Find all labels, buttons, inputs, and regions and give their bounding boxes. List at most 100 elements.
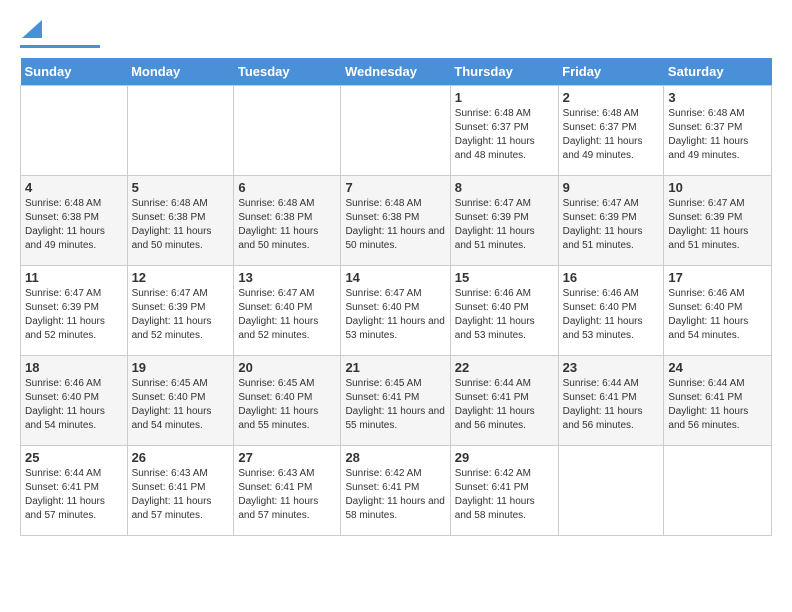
week-row-3: 11 Sunrise: 6:47 AM Sunset: 6:39 PM Dayli… — [21, 266, 772, 356]
calendar-cell — [341, 86, 450, 176]
calendar-cell: 1 Sunrise: 6:48 AM Sunset: 6:37 PM Daylig… — [450, 86, 558, 176]
day-info: Sunrise: 6:48 AM Sunset: 6:37 PM Dayligh… — [563, 107, 660, 163]
day-number: 1 — [455, 90, 554, 105]
header-row: SundayMondayTuesdayWednesdayThursdayFrid… — [21, 58, 772, 86]
day-info: Sunrise: 6:45 AM Sunset: 6:40 PM Dayligh… — [238, 377, 336, 433]
header-cell-wednesday: Wednesday — [341, 58, 450, 86]
calendar-cell: 21 Sunrise: 6:45 AM Sunset: 6:41 PM Dayli… — [341, 356, 450, 446]
calendar-cell: 14 Sunrise: 6:47 AM Sunset: 6:40 PM Dayli… — [341, 266, 450, 356]
day-number: 27 — [238, 450, 336, 465]
header-cell-saturday: Saturday — [664, 58, 772, 86]
calendar-table: SundayMondayTuesdayWednesdayThursdayFrid… — [20, 58, 772, 536]
calendar-cell: 5 Sunrise: 6:48 AM Sunset: 6:38 PM Daylig… — [127, 176, 234, 266]
calendar-cell: 4 Sunrise: 6:48 AM Sunset: 6:38 PM Daylig… — [21, 176, 128, 266]
logo — [20, 20, 100, 48]
day-info: Sunrise: 6:46 AM Sunset: 6:40 PM Dayligh… — [668, 287, 767, 343]
calendar-cell: 25Sunrise: 6:44 AM Sunset: 6:41 PM Dayli… — [21, 446, 128, 536]
calendar-cell: 23 Sunrise: 6:44 AM Sunset: 6:41 PM Dayli… — [558, 356, 664, 446]
day-info: Sunrise: 6:43 AM Sunset: 6:41 PM Dayligh… — [238, 467, 336, 523]
calendar-cell: 27 Sunrise: 6:43 AM Sunset: 6:41 PM Dayli… — [234, 446, 341, 536]
day-number: 22 — [455, 360, 554, 375]
day-info: Sunrise: 6:44 AM Sunset: 6:41 PM Dayligh… — [563, 377, 660, 433]
header-cell-tuesday: Tuesday — [234, 58, 341, 86]
day-info: Sunrise: 6:46 AM Sunset: 6:40 PM Dayligh… — [455, 287, 554, 343]
week-row-4: 18 Sunrise: 6:46 AM Sunset: 6:40 PM Dayli… — [21, 356, 772, 446]
calendar-cell: 26 Sunrise: 6:43 AM Sunset: 6:41 PM Dayli… — [127, 446, 234, 536]
calendar-cell: 19 Sunrise: 6:45 AM Sunset: 6:40 PM Dayli… — [127, 356, 234, 446]
day-info: Sunrise: 6:48 AM Sunset: 6:38 PM Dayligh… — [132, 197, 230, 253]
day-number: 20 — [238, 360, 336, 375]
day-info: Sunrise: 6:47 AM Sunset: 6:39 PM Dayligh… — [25, 287, 123, 343]
day-info: Sunrise: 6:48 AM Sunset: 6:38 PM Dayligh… — [25, 197, 123, 253]
day-number: 28 — [345, 450, 445, 465]
day-info: Sunrise: 6:46 AM Sunset: 6:40 PM Dayligh… — [25, 377, 123, 433]
day-number: 9 — [563, 180, 660, 195]
week-row-2: 4 Sunrise: 6:48 AM Sunset: 6:38 PM Daylig… — [21, 176, 772, 266]
day-info: Sunrise: 6:47 AM Sunset: 6:39 PM Dayligh… — [668, 197, 767, 253]
calendar-cell: 8 Sunrise: 6:47 AM Sunset: 6:39 PM Daylig… — [450, 176, 558, 266]
day-info: Sunrise: 6:48 AM Sunset: 6:38 PM Dayligh… — [345, 197, 445, 253]
day-info: Sunrise: 6:45 AM Sunset: 6:40 PM Dayligh… — [132, 377, 230, 433]
day-number: 12 — [132, 270, 230, 285]
day-number: 3 — [668, 90, 767, 105]
calendar-cell: 15 Sunrise: 6:46 AM Sunset: 6:40 PM Dayli… — [450, 266, 558, 356]
day-number: 16 — [563, 270, 660, 285]
day-number: 6 — [238, 180, 336, 195]
calendar-cell: 20 Sunrise: 6:45 AM Sunset: 6:40 PM Dayli… — [234, 356, 341, 446]
day-number: 14 — [345, 270, 445, 285]
calendar-cell: 7 Sunrise: 6:48 AM Sunset: 6:38 PM Daylig… — [341, 176, 450, 266]
week-row-1: 1 Sunrise: 6:48 AM Sunset: 6:37 PM Daylig… — [21, 86, 772, 176]
day-number: 11 — [25, 270, 123, 285]
day-number: 23 — [563, 360, 660, 375]
day-info: Sunrise: 6:43 AM Sunset: 6:41 PM Dayligh… — [132, 467, 230, 523]
week-row-5: 25Sunrise: 6:44 AM Sunset: 6:41 PM Dayli… — [21, 446, 772, 536]
day-number: 24 — [668, 360, 767, 375]
calendar-cell — [558, 446, 664, 536]
day-number: 19 — [132, 360, 230, 375]
calendar-cell: 22Sunrise: 6:44 AM Sunset: 6:41 PM Dayli… — [450, 356, 558, 446]
day-number: 17 — [668, 270, 767, 285]
calendar-cell: 29 Sunrise: 6:42 AM Sunset: 6:41 PM Dayli… — [450, 446, 558, 536]
day-number: 2 — [563, 90, 660, 105]
day-number: 13 — [238, 270, 336, 285]
calendar-cell: 11 Sunrise: 6:47 AM Sunset: 6:39 PM Dayli… — [21, 266, 128, 356]
day-number: 15 — [455, 270, 554, 285]
calendar-cell: 3Sunrise: 6:48 AM Sunset: 6:37 PM Daylig… — [664, 86, 772, 176]
day-number: 4 — [25, 180, 123, 195]
calendar-cell: 17 Sunrise: 6:46 AM Sunset: 6:40 PM Dayli… — [664, 266, 772, 356]
calendar-cell: 2 Sunrise: 6:48 AM Sunset: 6:37 PM Daylig… — [558, 86, 664, 176]
calendar-cell — [234, 86, 341, 176]
calendar-cell: 28 Sunrise: 6:42 AM Sunset: 6:41 PM Dayli… — [341, 446, 450, 536]
calendar-cell: 16 Sunrise: 6:46 AM Sunset: 6:40 PM Dayli… — [558, 266, 664, 356]
day-info: Sunrise: 6:47 AM Sunset: 6:39 PM Dayligh… — [563, 197, 660, 253]
calendar-cell: 10 Sunrise: 6:47 AM Sunset: 6:39 PM Dayli… — [664, 176, 772, 266]
day-number: 7 — [345, 180, 445, 195]
day-number: 10 — [668, 180, 767, 195]
header-cell-thursday: Thursday — [450, 58, 558, 86]
day-number: 21 — [345, 360, 445, 375]
header-cell-monday: Monday — [127, 58, 234, 86]
day-number: 8 — [455, 180, 554, 195]
day-info: Sunrise: 6:48 AM Sunset: 6:38 PM Dayligh… — [238, 197, 336, 253]
day-info: Sunrise: 6:42 AM Sunset: 6:41 PM Dayligh… — [345, 467, 445, 523]
day-info: Sunrise: 6:47 AM Sunset: 6:40 PM Dayligh… — [345, 287, 445, 343]
day-info: Sunrise: 6:48 AM Sunset: 6:37 PM Dayligh… — [455, 107, 554, 163]
day-info: Sunrise: 6:44 AM Sunset: 6:41 PM Dayligh… — [668, 377, 767, 433]
header-cell-sunday: Sunday — [21, 58, 128, 86]
day-number: 18 — [25, 360, 123, 375]
calendar-cell: 9 Sunrise: 6:47 AM Sunset: 6:39 PM Daylig… — [558, 176, 664, 266]
day-info: Sunrise: 6:46 AM Sunset: 6:40 PM Dayligh… — [563, 287, 660, 343]
calendar-cell — [127, 86, 234, 176]
page-header — [20, 20, 772, 48]
day-info: Sunrise: 6:47 AM Sunset: 6:39 PM Dayligh… — [455, 197, 554, 253]
day-info: Sunrise: 6:47 AM Sunset: 6:39 PM Dayligh… — [132, 287, 230, 343]
day-info: Sunrise: 6:44 AM Sunset: 6:41 PM Dayligh… — [25, 467, 123, 523]
calendar-cell: 24 Sunrise: 6:44 AM Sunset: 6:41 PM Dayli… — [664, 356, 772, 446]
logo-underline — [20, 45, 100, 48]
day-number: 29 — [455, 450, 554, 465]
day-info: Sunrise: 6:45 AM Sunset: 6:41 PM Dayligh… — [345, 377, 445, 433]
day-number: 5 — [132, 180, 230, 195]
day-info: Sunrise: 6:42 AM Sunset: 6:41 PM Dayligh… — [455, 467, 554, 523]
logo-triangle-icon — [22, 20, 42, 38]
day-number: 26 — [132, 450, 230, 465]
